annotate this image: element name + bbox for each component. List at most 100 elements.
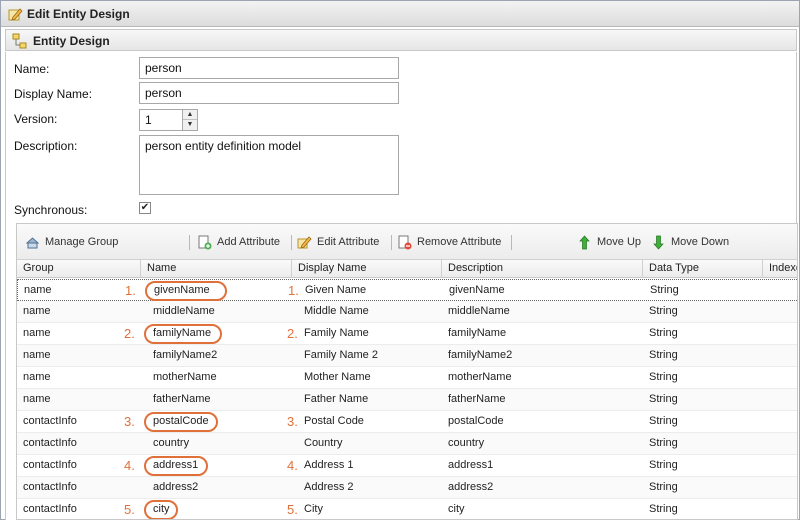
cell-description: city bbox=[448, 503, 465, 515]
column-header-group[interactable]: Group bbox=[17, 260, 141, 278]
grid-toolbar: Manage Group Add Attribute Edit Attribut… bbox=[17, 224, 797, 260]
cell-display-name: Family Name 2 bbox=[304, 349, 378, 361]
table-row[interactable]: name givenName Given Name givenName String 1.… bbox=[17, 279, 797, 301]
cell-description: postalCode bbox=[448, 415, 504, 427]
cell-group: name bbox=[23, 305, 51, 317]
annotation-number: 3. bbox=[124, 414, 135, 429]
table-row[interactable]: contactInfo postalCode Postal Code postalCo… bbox=[17, 411, 797, 433]
display-name-label: Display Name: bbox=[14, 87, 93, 101]
annotation-number: 1. bbox=[288, 283, 299, 298]
cell-data-type: String bbox=[649, 393, 678, 405]
arrow-down-icon bbox=[653, 235, 664, 250]
manage-group-icon bbox=[25, 237, 40, 249]
column-header-name[interactable]: Name bbox=[141, 260, 292, 278]
window-title: Edit Entity Design bbox=[27, 7, 130, 21]
cell-display-name: Middle Name bbox=[304, 305, 369, 317]
column-header-data-type[interactable]: Data Type bbox=[643, 260, 763, 278]
title-bar: Edit Entity Design bbox=[1, 1, 799, 27]
cell-group: contactInfo bbox=[23, 437, 77, 449]
table-row[interactable]: name middleName Middle Name middleName Strin… bbox=[17, 301, 797, 323]
cell-group: name bbox=[23, 349, 51, 361]
cell-group: contactInfo bbox=[23, 459, 77, 471]
description-label: Description: bbox=[14, 139, 78, 153]
stepper-up-icon[interactable]: ▲ bbox=[183, 110, 197, 120]
cell-group: name bbox=[24, 284, 52, 296]
cell-group: name bbox=[23, 371, 51, 383]
cell-data-type: String bbox=[649, 305, 678, 317]
toolbar-separator bbox=[189, 235, 190, 250]
cell-display-name: Father Name bbox=[304, 393, 369, 405]
cell-description: country bbox=[448, 437, 485, 449]
cell-description: address1 bbox=[448, 459, 494, 471]
synchronous-checkbox[interactable]: ✔ bbox=[139, 202, 151, 214]
cell-data-type: String bbox=[649, 437, 678, 449]
description-textarea[interactable]: person entity definition model bbox=[139, 135, 399, 195]
cell-description: address2 bbox=[448, 481, 494, 493]
cell-description: motherName bbox=[448, 371, 512, 383]
cell-display-name: Family Name bbox=[304, 327, 369, 339]
add-document-icon bbox=[198, 235, 212, 250]
cell-display-name: Address 2 bbox=[304, 481, 354, 493]
cell-name: familyName2 bbox=[153, 349, 218, 361]
column-header-indexed[interactable]: Indexe bbox=[763, 260, 797, 278]
cell-display-name: City bbox=[304, 503, 323, 515]
annotation-highlight-oval bbox=[144, 324, 222, 344]
cell-data-type: String bbox=[649, 481, 678, 493]
name-label: Name: bbox=[14, 62, 50, 76]
attributes-grid: Manage Group Add Attribute Edit Attribut… bbox=[16, 223, 798, 520]
table-row[interactable]: name fatherName Father Name fatherName Strin… bbox=[17, 389, 797, 411]
name-input[interactable]: person bbox=[139, 57, 399, 79]
version-stepper[interactable]: ▲ ▼ bbox=[182, 109, 198, 131]
table-row[interactable]: contactInfo country Country country String bbox=[17, 433, 797, 455]
edit-pencil-icon bbox=[297, 236, 312, 249]
cell-data-type: String bbox=[649, 459, 678, 471]
table-row[interactable]: contactInfo address2 Address 2 address2 Stri… bbox=[17, 477, 797, 499]
version-label: Version: bbox=[14, 112, 58, 126]
cell-description: familyName bbox=[448, 327, 507, 339]
annotation-number: 2. bbox=[124, 326, 135, 341]
edit-pencil-icon bbox=[8, 8, 23, 21]
annotation-number: 4. bbox=[287, 458, 298, 473]
add-attribute-label: Add Attribute bbox=[217, 236, 280, 248]
cell-display-name: Postal Code bbox=[304, 415, 364, 427]
cell-data-type: String bbox=[649, 415, 678, 427]
annotation-highlight-oval bbox=[145, 281, 227, 301]
cell-name: motherName bbox=[153, 371, 217, 383]
column-header-display-name[interactable]: Display Name bbox=[292, 260, 442, 278]
stepper-down-icon[interactable]: ▼ bbox=[183, 120, 197, 130]
entity-design-panel-header: Entity Design bbox=[5, 29, 797, 51]
checkmark-icon: ✔ bbox=[140, 202, 150, 213]
cell-group: name bbox=[23, 327, 51, 339]
table-row[interactable]: name motherName Mother Name motherName Strin… bbox=[17, 367, 797, 389]
cell-description: fatherName bbox=[448, 393, 506, 405]
table-row[interactable]: contactInfo city City city String 5. 5. bbox=[17, 499, 797, 519]
manage-group-label: Manage Group bbox=[45, 236, 119, 248]
synchronous-label: Synchronous: bbox=[14, 203, 88, 217]
cell-display-name: Given Name bbox=[305, 284, 367, 296]
cell-name: fatherName bbox=[153, 393, 211, 405]
table-row[interactable]: contactInfo address1 Address 1 address1 Stri… bbox=[17, 455, 797, 477]
cell-name: country bbox=[153, 437, 190, 449]
cell-name: address2 bbox=[153, 481, 199, 493]
remove-attribute-label: Remove Attribute bbox=[417, 236, 502, 248]
column-header-description[interactable]: Description bbox=[442, 260, 643, 278]
cell-data-type: String bbox=[649, 371, 678, 383]
table-row[interactable]: name familyName Family Name familyName Strin… bbox=[17, 323, 797, 345]
toolbar-separator bbox=[511, 235, 512, 250]
version-input[interactable]: 1 bbox=[139, 109, 183, 131]
cell-display-name: Mother Name bbox=[304, 371, 371, 383]
cell-data-type: String bbox=[649, 327, 678, 339]
table-row[interactable]: name familyName2 Family Name 2 familyName2 S… bbox=[17, 345, 797, 367]
annotation-highlight-oval bbox=[144, 412, 218, 432]
cell-data-type: String bbox=[649, 349, 678, 361]
arrow-up-icon bbox=[579, 235, 590, 250]
annotation-number: 4. bbox=[124, 458, 135, 473]
annotation-highlight-oval bbox=[144, 456, 208, 476]
edit-attribute-label: Edit Attribute bbox=[317, 236, 380, 248]
panel-title: Entity Design bbox=[33, 34, 110, 48]
cell-name: middleName bbox=[153, 305, 215, 317]
cell-description: familyName2 bbox=[448, 349, 513, 361]
entity-design-form: Name: person Display Name: person Versio… bbox=[5, 52, 798, 520]
display-name-input[interactable]: person bbox=[139, 82, 399, 104]
cell-data-type: String bbox=[650, 284, 679, 296]
